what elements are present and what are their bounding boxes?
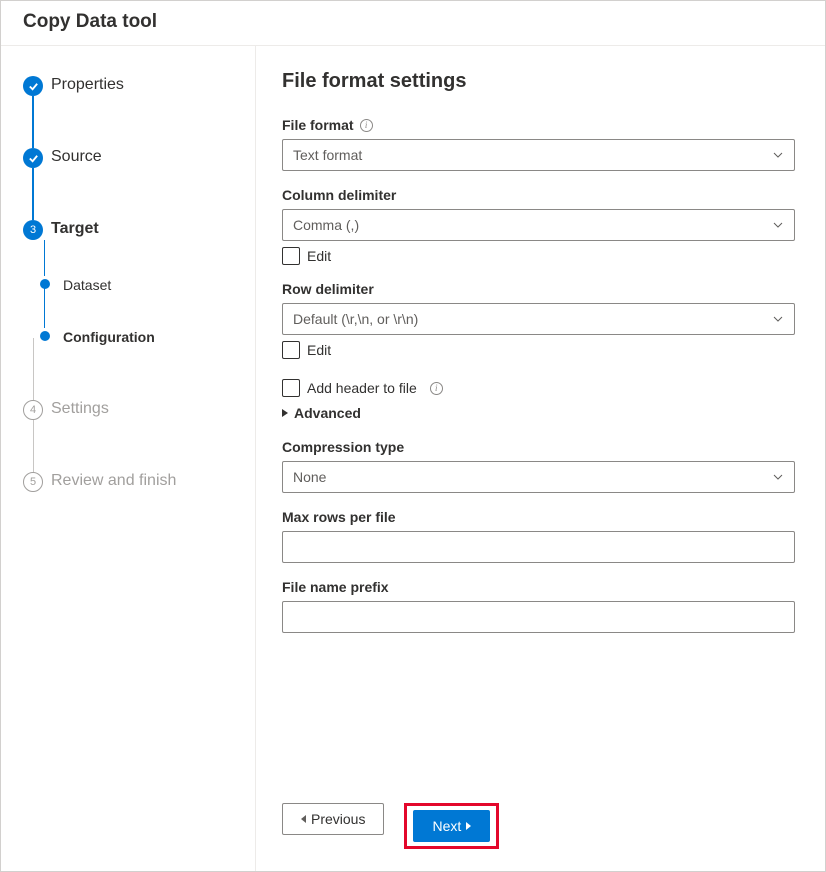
row-delimiter-group: Row delimiter Default (\r,\n, or \r\n) E… bbox=[282, 281, 795, 359]
step-number-icon: 5 bbox=[23, 472, 43, 492]
step-label: Settings bbox=[51, 398, 109, 420]
column-delimiter-edit-checkbox[interactable] bbox=[282, 247, 300, 265]
step-label: Dataset bbox=[63, 274, 111, 296]
wizard-sidebar: Properties Source 3 Target bbox=[1, 46, 256, 871]
check-icon bbox=[23, 148, 43, 168]
highlight-annotation: Next bbox=[404, 803, 499, 849]
chevron-right-icon bbox=[466, 822, 471, 830]
step-label: Properties bbox=[51, 74, 124, 96]
body: Properties Source 3 Target bbox=[1, 46, 825, 871]
previous-button[interactable]: Previous bbox=[282, 803, 384, 835]
max-rows-label: Max rows per file bbox=[282, 509, 396, 525]
substep-configuration[interactable]: Configuration bbox=[23, 326, 255, 398]
button-label: Previous bbox=[311, 811, 365, 827]
row-delimiter-label: Row delimiter bbox=[282, 281, 374, 297]
max-rows-group: Max rows per file bbox=[282, 509, 795, 563]
step-number-icon: 3 bbox=[23, 220, 43, 240]
step-source[interactable]: Source bbox=[23, 146, 255, 218]
fname-prefix-input[interactable] bbox=[282, 601, 795, 633]
titlebar: Copy Data tool bbox=[1, 1, 825, 46]
column-delimiter-group: Column delimiter Comma (,) Edit bbox=[282, 187, 795, 265]
file-format-group: File format i Text format bbox=[282, 117, 795, 171]
chevron-down-icon bbox=[772, 313, 784, 325]
chevron-down-icon bbox=[772, 149, 784, 161]
compression-group: Compression type None bbox=[282, 439, 795, 493]
triangle-right-icon bbox=[282, 409, 288, 417]
substep-dataset[interactable]: Dataset bbox=[23, 274, 255, 326]
dot-icon bbox=[40, 279, 50, 289]
add-header-checkbox[interactable] bbox=[282, 379, 300, 397]
step-label: Target bbox=[51, 218, 99, 240]
fname-prefix-label: File name prefix bbox=[282, 579, 389, 595]
fname-prefix-group: File name prefix bbox=[282, 579, 795, 633]
chevron-down-icon bbox=[772, 219, 784, 231]
step-number-icon: 4 bbox=[23, 400, 43, 420]
step-label: Source bbox=[51, 146, 102, 168]
button-label: Next bbox=[432, 818, 461, 834]
add-header-row: Add header to file i bbox=[282, 379, 795, 397]
advanced-toggle[interactable]: Advanced bbox=[282, 405, 795, 421]
step-settings[interactable]: 4 Settings bbox=[23, 398, 255, 470]
info-icon[interactable]: i bbox=[360, 119, 373, 132]
edit-label: Edit bbox=[307, 342, 331, 358]
max-rows-input[interactable] bbox=[282, 531, 795, 563]
step-review-finish[interactable]: 5 Review and finish bbox=[23, 470, 255, 498]
advanced-label: Advanced bbox=[294, 405, 361, 421]
dot-icon bbox=[40, 331, 50, 341]
column-delimiter-select[interactable]: Comma (,) bbox=[282, 209, 795, 241]
select-value: None bbox=[293, 469, 326, 485]
info-icon[interactable]: i bbox=[430, 382, 443, 395]
edit-label: Edit bbox=[307, 248, 331, 264]
step-target[interactable]: 3 Target bbox=[23, 218, 255, 274]
select-value: Comma (,) bbox=[293, 217, 359, 233]
row-delimiter-edit-checkbox[interactable] bbox=[282, 341, 300, 359]
row-delimiter-edit-row: Edit bbox=[282, 341, 795, 359]
step-label: Review and finish bbox=[51, 470, 176, 492]
row-delimiter-select[interactable]: Default (\r,\n, or \r\n) bbox=[282, 303, 795, 335]
chevron-left-icon bbox=[301, 815, 306, 823]
step-properties[interactable]: Properties bbox=[23, 74, 255, 146]
column-delimiter-edit-row: Edit bbox=[282, 247, 795, 265]
select-value: Text format bbox=[293, 147, 362, 163]
chevron-down-icon bbox=[772, 471, 784, 483]
steps-list: Properties Source 3 Target bbox=[23, 74, 255, 498]
column-delimiter-label: Column delimiter bbox=[282, 187, 396, 203]
select-value: Default (\r,\n, or \r\n) bbox=[293, 311, 418, 327]
wizard-footer: Previous Next bbox=[282, 785, 795, 871]
file-format-label: File format bbox=[282, 117, 354, 133]
copy-data-tool-window: Copy Data tool Properties Source bbox=[0, 0, 826, 872]
section-heading: File format settings bbox=[282, 70, 795, 93]
compression-label: Compression type bbox=[282, 439, 404, 455]
add-header-label: Add header to file bbox=[307, 380, 417, 396]
page-title: Copy Data tool bbox=[23, 11, 803, 33]
step-label: Configuration bbox=[63, 326, 155, 348]
compression-select[interactable]: None bbox=[282, 461, 795, 493]
file-format-select[interactable]: Text format bbox=[282, 139, 795, 171]
main-panel: File format settings File format i Text … bbox=[256, 46, 825, 871]
next-button[interactable]: Next bbox=[413, 810, 490, 842]
check-icon bbox=[23, 76, 43, 96]
